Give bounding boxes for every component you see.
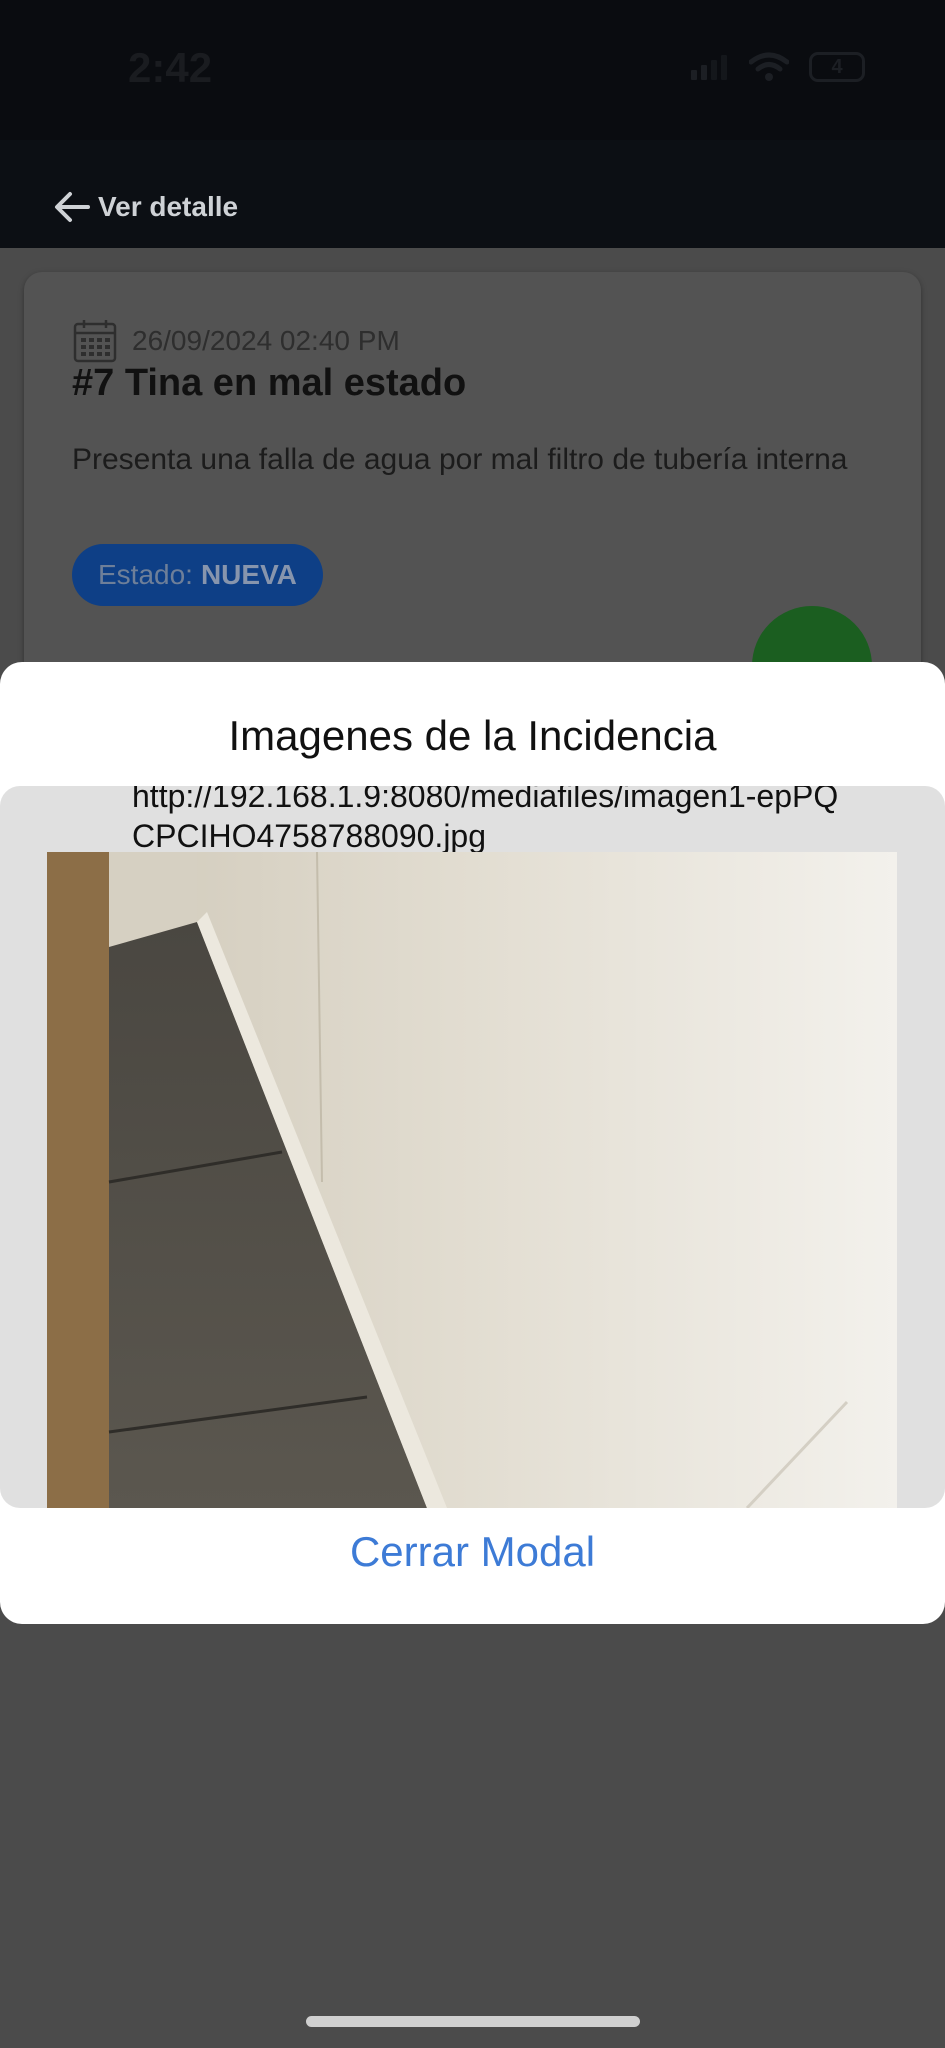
arrow-left-icon xyxy=(55,192,90,222)
wifi-icon xyxy=(749,52,789,81)
incident-photo-image xyxy=(47,852,897,1508)
images-scroll-area[interactable]: http://192.168.1.9:8080/mediafiles/image… xyxy=(0,786,945,1508)
incident-title: #7 Tina en mal estado xyxy=(72,362,467,404)
calendar-icon xyxy=(73,320,117,363)
incident-photo xyxy=(47,852,897,1508)
back-label: Ver detalle xyxy=(98,191,239,222)
back-button[interactable]: Ver detalle xyxy=(52,190,238,224)
incident-date: 26/09/2024 02:40 PM xyxy=(132,325,400,356)
close-modal-button[interactable]: Cerrar Modal xyxy=(0,1528,945,1576)
status-badge-label: Estado: xyxy=(98,559,193,590)
modal-title: Imagenes de la Incidencia xyxy=(228,712,717,759)
incident-date-row: 26/09/2024 02:40 PM xyxy=(72,318,400,364)
status-icons: 4 xyxy=(689,52,865,82)
signal-icon xyxy=(691,55,727,80)
status-badge: Estado: NUEVA xyxy=(72,544,323,606)
status-time: 2:42 xyxy=(128,44,213,91)
battery-icon: 4 xyxy=(809,52,865,82)
home-indicator[interactable] xyxy=(306,2016,640,2027)
incident-description: Presenta una falla de agua por mal filtr… xyxy=(72,443,848,476)
status-badge-value: NUEVA xyxy=(200,559,297,590)
image-url: http://192.168.1.9:8080/mediafiles/image… xyxy=(132,786,839,854)
battery-level: 4 xyxy=(831,55,843,78)
